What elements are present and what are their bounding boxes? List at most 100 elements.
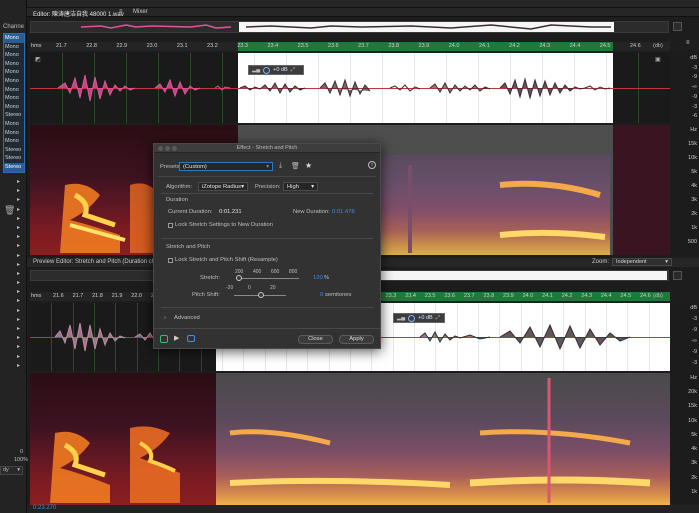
expand-arrow-icon[interactable]: ▸ (17, 187, 23, 196)
precision-select[interactable]: High ▾ (283, 182, 318, 191)
channel-item[interactable]: Mono (4, 60, 24, 69)
top-ruler-tick: 23.3 (237, 43, 248, 49)
mixer-tab[interactable]: Mixer (133, 9, 148, 15)
scale-label: -3 (692, 64, 697, 71)
help-icon[interactable]: i (368, 161, 376, 169)
preview-ruler-tick: 21.8 (92, 293, 103, 299)
trash-icon[interactable]: 🗑 (4, 205, 15, 215)
expand-arrow-icon[interactable]: ▸ (17, 307, 23, 316)
expand-arrow-icon[interactable]: ▸ (17, 316, 23, 325)
dialog-minimize-icon[interactable] (165, 146, 170, 151)
presets-select[interactable]: (Custom) ▾ (179, 162, 273, 171)
dialog-titlebar[interactable]: Effect - Stretch and Pitch (154, 144, 380, 153)
expand-arrow-icon[interactable]: ▸ (17, 325, 23, 334)
expand-arrow-icon[interactable]: ▸ (17, 353, 23, 362)
preview-gain-hud[interactable]: ▂▄ +0 dB ⤢ (393, 313, 445, 323)
top-ruler-db-label: (db) (653, 43, 663, 49)
channel-item[interactable]: Mono (4, 77, 24, 86)
close-button[interactable]: Close (298, 335, 333, 344)
expand-arrow-icon[interactable]: ▸ (17, 215, 23, 224)
channel-item[interactable]: Mono (4, 51, 24, 60)
expand-arrow-icon[interactable]: ▸ (17, 206, 23, 215)
channel-item[interactable]: Stereo (4, 111, 24, 120)
scale-label: 4k (691, 446, 697, 453)
expand-arrow-icon[interactable]: ▸ (17, 279, 23, 288)
channel-item[interactable]: Stereo (4, 162, 24, 172)
channel-list[interactable]: Mono Mono Mono Mono Mono Mono Mono Mono Mono Ster… (3, 33, 25, 173)
channel-item[interactable]: Mono (4, 103, 24, 112)
zoom-label: Zoom: (592, 259, 610, 265)
presets-select-value: (Custom) (183, 164, 207, 170)
favorite-star-icon[interactable]: ★ (305, 161, 312, 170)
zoom-overview-button[interactable] (673, 22, 682, 31)
current-duration-label: Current Duration: (168, 209, 213, 215)
top-gain-hud[interactable]: ▂▄ +0 dB ⤢ (248, 65, 304, 75)
pitch-slider-thumb[interactable] (258, 292, 264, 298)
scale-label: 500 (687, 239, 697, 245)
lock-resample-checkbox[interactable] (168, 258, 173, 263)
expand-arrow-icon[interactable]: ▸ (17, 270, 23, 279)
stretch-slider-thumb[interactable] (236, 275, 242, 281)
top-ruler-tick: 24.5 (599, 43, 611, 49)
editor-tab[interactable]: Editor: 陳涛唐洁自我 48000 1.wav (33, 9, 124, 18)
preview-ruler-tick: 24.0 (522, 293, 534, 299)
mode-select[interactable]: dy ▾ (0, 466, 23, 475)
dialog-close-icon[interactable] (158, 146, 163, 151)
apply-button[interactable]: Apply (339, 335, 374, 344)
top-lane-collapse-icon[interactable]: ▣ (655, 56, 661, 63)
preview-ruler-tick: 23.3 (385, 293, 397, 299)
expand-arrow-icon[interactable]: ▸ (17, 224, 23, 233)
expand-arrow-icon[interactable]: ▸ (17, 252, 23, 261)
expand-arrow-icon[interactable]: ▸ (17, 343, 23, 352)
channel-item[interactable]: Mono (4, 34, 24, 43)
pitch-value[interactable]: 0 (320, 292, 323, 298)
mode-select-value: dy (3, 467, 9, 473)
channel-item[interactable]: Stereo (4, 154, 24, 163)
preview-zoom-overview-button[interactable] (673, 271, 682, 280)
stretch-pitch-section-title: Stretch and Pitch (166, 244, 211, 250)
advanced-label[interactable]: Advanced (174, 315, 200, 321)
top-lane-corner-icon[interactable]: ◩ (35, 56, 41, 63)
new-duration-value[interactable]: 0:01.478 (332, 209, 355, 215)
channel-item[interactable]: Mono (4, 120, 24, 129)
lock-stretch-checkbox[interactable] (168, 223, 173, 228)
expand-arrow-icon[interactable]: ▸ (17, 288, 23, 297)
power-toggle-icon[interactable] (160, 335, 168, 343)
loop-preview-icon[interactable] (187, 335, 195, 342)
preview-gain-knob-icon[interactable] (408, 314, 416, 322)
channel-item[interactable]: Mono (4, 86, 24, 95)
channel-item[interactable]: Mono (4, 43, 24, 52)
expand-arrow-icon[interactable]: ▸ (17, 362, 23, 371)
channel-item[interactable]: Mono (4, 129, 24, 138)
expand-arrow-icon[interactable]: ▸ (17, 178, 23, 187)
channel-item[interactable]: Mono (4, 137, 24, 146)
play-preview-icon[interactable]: ▶ (174, 334, 179, 342)
expand-arrow-icon[interactable]: ▸ (17, 233, 23, 242)
preview-spectrogram[interactable] (30, 373, 670, 505)
menu-icon[interactable]: ≡ (119, 9, 123, 15)
expand-arrow-icon[interactable]: ▸ (17, 196, 23, 205)
delete-preset-icon[interactable]: 🗑 (291, 162, 300, 170)
stretch-slider-track[interactable] (237, 278, 299, 279)
zoom-select[interactable]: Independent ▾ (612, 258, 672, 266)
channel-item[interactable]: Stereo (4, 146, 24, 155)
top-ruler[interactable]: hms 21.7 22.8 22.9 23.0 23.1 23.2 23.3 23.4 23.5… (30, 42, 670, 51)
expand-arrow-icon[interactable]: ▸ (17, 261, 23, 270)
channel-item[interactable]: Mono (4, 68, 24, 77)
stretch-value[interactable]: 120 (313, 275, 323, 281)
advanced-chevron-icon[interactable]: › (164, 315, 166, 321)
expand-arrow-icon[interactable]: ▸ (17, 297, 23, 306)
overview-bar[interactable] (30, 21, 669, 33)
save-preset-icon[interactable]: ⤓ (279, 162, 282, 170)
expand-arrow-icon[interactable]: ▸ (17, 334, 23, 343)
top-ruler-tick: 24.3 (539, 43, 551, 49)
algorithm-select[interactable]: iZotope Radius ▾ (198, 182, 248, 191)
preview-hud-pin-icon[interactable]: ⤢ (436, 315, 440, 322)
gain-knob-icon[interactable] (263, 66, 271, 74)
dialog-zoom-icon[interactable] (172, 146, 177, 151)
top-waveform-lane[interactable] (30, 53, 670, 123)
channel-item[interactable]: Mono (4, 94, 24, 103)
top-ruler-tick: 24.2 (509, 43, 520, 49)
hud-pin-icon[interactable]: ⤢ (291, 67, 295, 74)
expand-arrow-icon[interactable]: ▸ (17, 242, 23, 251)
